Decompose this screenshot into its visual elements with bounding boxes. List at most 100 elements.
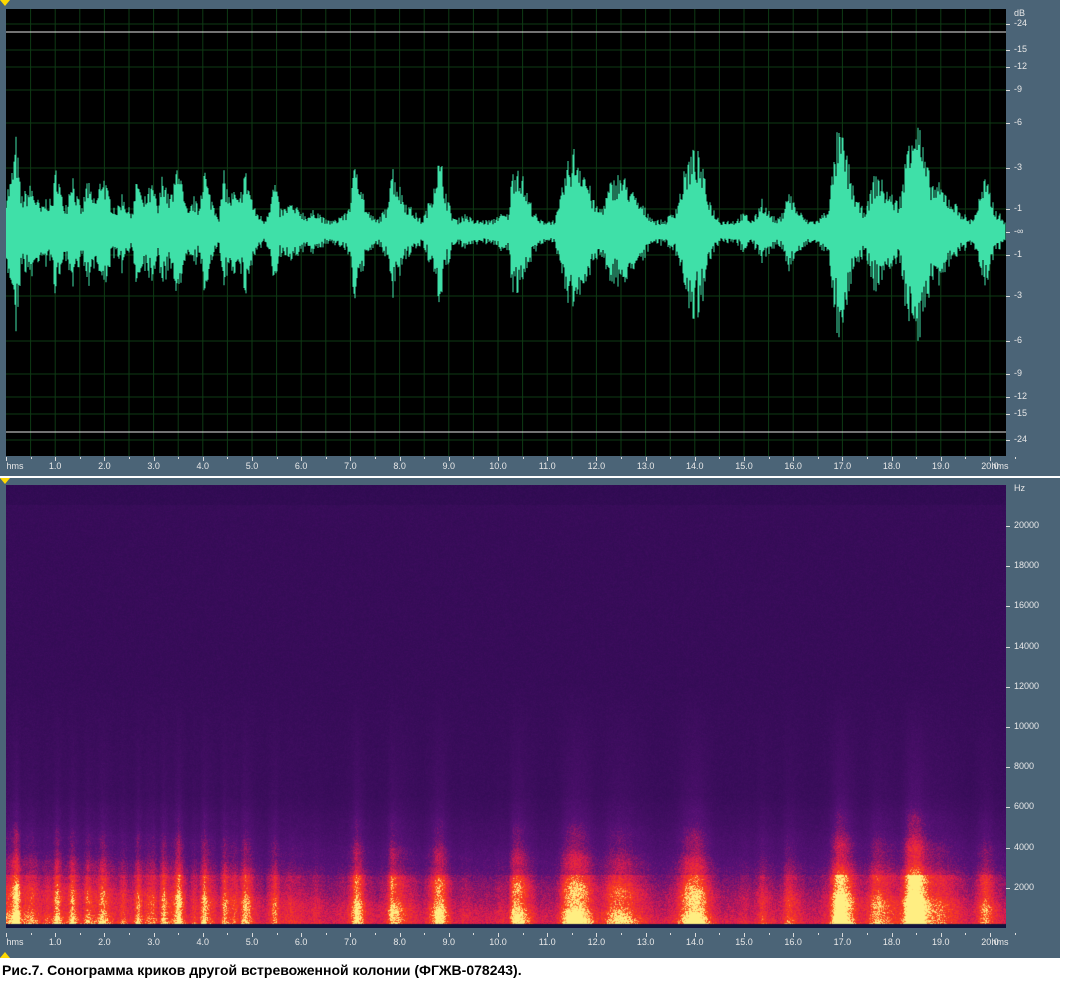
time-tick-label: 17.0 bbox=[833, 461, 852, 471]
time-tick-label: 6.0 bbox=[294, 461, 308, 471]
time-tick bbox=[448, 933, 450, 937]
time-tick bbox=[842, 933, 844, 937]
time-tick bbox=[670, 457, 672, 459]
waveform-time-ruler[interactable]: hms hms 1.0 2.0 3.0 4.0 5.0 6.0 7.0 8.0 9.0 10.0 1… bbox=[6, 457, 1016, 475]
spectrogram-panel: Hz 20000 18000 16000 14000 12000 10000 8000 600… bbox=[0, 478, 1060, 958]
time-tick-label: 2.0 bbox=[98, 937, 111, 947]
time-tick bbox=[916, 933, 918, 935]
time-tick bbox=[867, 933, 868, 935]
time-tick-label: 1.0 bbox=[48, 461, 62, 471]
scale-tick bbox=[1006, 341, 1010, 342]
time-tick bbox=[522, 457, 524, 459]
frequency-tick-label: 14000 bbox=[1014, 640, 1040, 651]
playhead-marker-top-icon[interactable] bbox=[0, 0, 10, 6]
time-tick bbox=[202, 933, 204, 937]
time-tick bbox=[399, 457, 401, 461]
time-tick-label: 6.0 bbox=[294, 937, 308, 947]
time-tick bbox=[571, 457, 573, 459]
time-tick-label: 13.0 bbox=[636, 461, 655, 471]
time-tick bbox=[1014, 933, 1016, 935]
spectrogram-canvas[interactable] bbox=[6, 485, 1006, 928]
time-tick bbox=[645, 457, 647, 461]
playhead-marker-mid-icon[interactable] bbox=[0, 478, 10, 484]
time-tick-label: 14.0 bbox=[686, 461, 704, 471]
time-tick-label: 16.0 bbox=[784, 461, 802, 471]
time-tick-label: 20.0 bbox=[981, 461, 999, 471]
time-tick bbox=[448, 457, 450, 461]
time-tick bbox=[940, 933, 942, 937]
time-tick bbox=[621, 933, 622, 935]
time-tick bbox=[301, 933, 303, 937]
time-tick-label: 15.0 bbox=[735, 461, 753, 471]
time-tick bbox=[202, 457, 204, 461]
scale-tick bbox=[1006, 255, 1010, 256]
scale-tick bbox=[1006, 90, 1010, 91]
frequency-tick-label: 2000 bbox=[1014, 881, 1035, 892]
scale-tick bbox=[1006, 440, 1010, 441]
scale-tick bbox=[1006, 414, 1010, 415]
time-tick bbox=[990, 933, 991, 937]
scale-tick bbox=[1006, 232, 1010, 233]
time-tick bbox=[424, 457, 426, 459]
time-tick bbox=[227, 457, 229, 459]
time-tick-label: 19.0 bbox=[932, 937, 950, 947]
time-tick bbox=[153, 933, 155, 937]
scale-tick bbox=[1006, 209, 1010, 210]
scale-tick bbox=[1006, 847, 1010, 849]
time-tick-label: 15.0 bbox=[735, 937, 753, 947]
time-tick bbox=[596, 933, 598, 937]
time-tick bbox=[867, 457, 868, 459]
time-tick-label: 7.0 bbox=[344, 461, 357, 471]
time-tick bbox=[694, 457, 696, 461]
time-tick bbox=[498, 933, 499, 937]
time-tick bbox=[424, 933, 426, 935]
db-tick-label: -15 bbox=[1014, 408, 1028, 418]
scale-tick bbox=[1006, 526, 1010, 527]
playhead-marker-bottom-icon[interactable] bbox=[0, 952, 10, 958]
time-tick bbox=[178, 457, 180, 459]
time-tick-label: 5.0 bbox=[245, 937, 259, 947]
time-tick bbox=[645, 933, 647, 937]
waveform-view[interactable] bbox=[6, 9, 1006, 456]
time-tick bbox=[965, 457, 967, 459]
db-tick-label: -12 bbox=[1014, 391, 1028, 401]
db-tick-label: -12 bbox=[1014, 61, 1028, 71]
time-tick bbox=[129, 457, 130, 459]
time-tick bbox=[744, 457, 745, 461]
time-tick bbox=[793, 457, 795, 461]
time-tick bbox=[621, 457, 622, 459]
frequency-tick-label: 8000 bbox=[1014, 761, 1035, 772]
spectrogram-time-ruler[interactable]: hms hms 1.0 2.0 3.0 4.0 5.0 6.0 7.0 8.0 9.0 10.0 1… bbox=[6, 933, 1016, 951]
scale-tick bbox=[1006, 646, 1010, 648]
db-tick-label: -∞ bbox=[1014, 226, 1024, 236]
time-tick bbox=[670, 933, 672, 935]
time-tick-label: 8.0 bbox=[393, 461, 406, 471]
time-tick bbox=[55, 457, 57, 461]
time-tick-label: 3.0 bbox=[147, 461, 160, 471]
time-tick-label: 11.0 bbox=[538, 937, 556, 947]
waveform-panel: dB -1 -3 -6 -9 -12 -15 -24 -∞ -24 -15 -12 -9 -6 -3 -1 … bbox=[0, 0, 1060, 476]
time-tick bbox=[55, 933, 57, 937]
time-tick bbox=[153, 457, 155, 461]
time-tick bbox=[375, 933, 376, 935]
time-tick-label: 18.0 bbox=[882, 461, 901, 471]
time-tick bbox=[375, 457, 376, 459]
scale-tick bbox=[1006, 807, 1010, 809]
time-tick bbox=[694, 933, 696, 937]
time-tick bbox=[965, 933, 967, 935]
time-tick bbox=[301, 457, 303, 461]
time-tick bbox=[276, 933, 278, 935]
time-tick-label: 4.0 bbox=[196, 937, 210, 947]
scale-tick bbox=[1006, 606, 1010, 608]
time-tick bbox=[473, 933, 475, 935]
time-unit-left-label: hms bbox=[6, 461, 24, 471]
time-tick bbox=[522, 933, 524, 935]
waveform-graph[interactable] bbox=[6, 9, 1006, 456]
spectrogram-view[interactable] bbox=[6, 485, 1006, 928]
db-tick-label: -1 bbox=[1014, 203, 1023, 213]
time-tick bbox=[252, 933, 253, 937]
time-tick bbox=[571, 933, 573, 935]
time-tick bbox=[325, 457, 327, 459]
time-tick-label: 1.0 bbox=[48, 937, 62, 947]
time-tick bbox=[793, 933, 795, 937]
